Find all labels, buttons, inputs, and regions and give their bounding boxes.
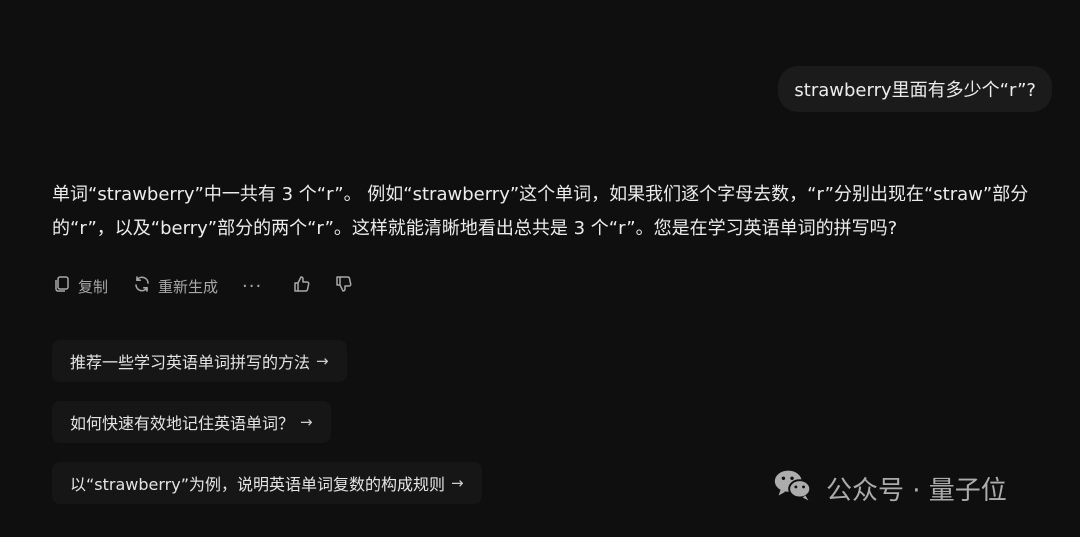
- suggestion-label: 以“strawberry”为例，说明英语单词复数的构成规则: [70, 475, 446, 494]
- copy-icon: [52, 274, 72, 298]
- thumbs-up-button[interactable]: [292, 274, 312, 298]
- arrow-right-icon: →: [451, 474, 464, 492]
- suggestion-item[interactable]: 以“strawberry”为例，说明英语单词复数的构成规则 →: [52, 462, 482, 504]
- thumbs-down-button[interactable]: [334, 274, 354, 298]
- regenerate-label: 重新生成: [158, 277, 219, 296]
- watermark: 公众号 · 量子位: [770, 462, 1007, 515]
- more-button[interactable]: ···: [242, 276, 262, 297]
- arrow-right-icon: →: [316, 352, 329, 370]
- user-message-bubble: strawberry里面有多少个“r”?: [778, 66, 1052, 112]
- suggestion-label: 如何快速有效地记住英语单词？: [70, 414, 295, 433]
- wechat-icon: [770, 462, 816, 515]
- arrow-right-icon: →: [300, 413, 313, 431]
- chat-page: strawberry里面有多少个“r”? 单词“strawberry”中一共有 …: [0, 0, 1080, 537]
- watermark-text: 公众号 · 量子位: [826, 476, 1007, 506]
- thumbs-up-icon: [292, 274, 312, 298]
- copy-button[interactable]: 复制: [52, 274, 108, 298]
- suggestion-item[interactable]: 如何快速有效地记住英语单词？ →: [52, 401, 331, 443]
- suggested-questions: 推荐一些学习英语单词拼写的方法 → 如何快速有效地记住英语单词？ → 以“str…: [52, 340, 482, 523]
- suggestion-label: 推荐一些学习英语单词拼写的方法: [70, 353, 311, 372]
- thumbs-down-icon: [334, 274, 354, 298]
- regenerate-button[interactable]: 重新生成: [132, 274, 218, 298]
- suggestion-item[interactable]: 推荐一些学习英语单词拼写的方法 →: [52, 340, 347, 382]
- copy-label: 复制: [78, 277, 109, 296]
- refresh-icon: [132, 274, 152, 298]
- message-actions-bar: 复制 重新生成 ···: [52, 272, 376, 300]
- assistant-answer: 单词“strawberry”中一共有 3 个“r”。 例如“strawberry…: [52, 184, 1029, 239]
